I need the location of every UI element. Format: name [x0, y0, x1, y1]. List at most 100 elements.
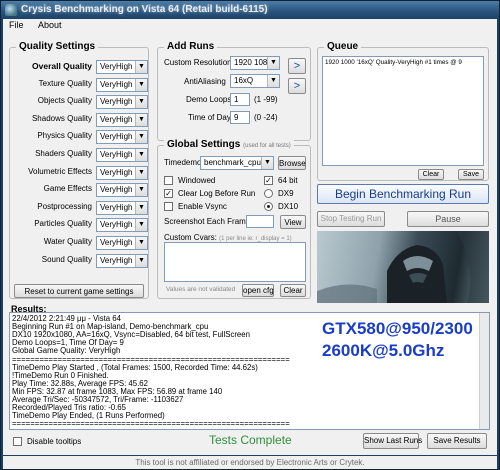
save-results-button[interactable]: Save Results [427, 433, 487, 449]
chevron-down-icon: ▼ [135, 113, 147, 126]
quality-row: Overall Quality VeryHigh ▼ [10, 60, 150, 74]
chevron-down-icon: ▼ [135, 184, 147, 197]
chevron-down-icon: ▼ [135, 166, 147, 179]
custom-resolution-label: Custom Resolution [164, 58, 232, 67]
add-to-queue-button[interactable]: > [288, 58, 306, 74]
queue-clear-button[interactable]: Clear [418, 169, 444, 180]
quality-label: Sound Quality [41, 254, 92, 264]
bit64-label: 64 bit [278, 176, 298, 185]
results-scrollbar[interactable] [479, 313, 489, 429]
quality-select[interactable]: VeryHigh ▼ [96, 236, 148, 250]
quality-label: Particles Quality [34, 219, 92, 229]
queue-item[interactable]: 1920 1000 '16xQ' Quality-VeryHigh #1 tim… [325, 59, 462, 66]
quality-label: Shadows Quality [31, 113, 92, 123]
quality-label: Postprocessing [37, 201, 92, 211]
chevron-down-icon: ▼ [135, 61, 147, 73]
stop-testing-button[interactable]: Stop Testing Run [317, 211, 385, 227]
chevron-down-icon: ▼ [135, 78, 147, 91]
quality-label: Physics Quality [37, 131, 92, 141]
dx10-radio[interactable] [264, 202, 273, 211]
quality-row: Volumetric Effects VeryHigh ▼ [10, 165, 150, 180]
vsync-label: Enable Vsync [178, 202, 227, 211]
cvars-label: Custom Cvars: (1 per line ie: r_display … [164, 233, 292, 242]
show-last-runs-button[interactable]: Show Last Runs [363, 433, 422, 449]
nanosuit-art [317, 231, 489, 303]
time-of-day-range: (0 -24) [254, 113, 278, 122]
demo-loops-label: Demo Loops [186, 95, 232, 104]
quality-label: Overall Quality [32, 61, 92, 71]
quality-row: Game Effects VeryHigh ▼ [10, 183, 150, 198]
add-runs-title: Add Runs [164, 41, 218, 52]
quality-select[interactable]: VeryHigh ▼ [96, 112, 148, 127]
quality-select[interactable]: VeryHigh ▼ [96, 200, 148, 215]
view-button[interactable]: View [280, 215, 306, 229]
queue-group: Queue 1920 1000 '16xQ' Quality-VeryHigh … [317, 41, 489, 181]
antialiasing-label: AntiAliasing [184, 77, 226, 86]
quality-row: Objects Quality VeryHigh ▼ [10, 95, 150, 110]
pause-button[interactable]: Pause [407, 211, 489, 227]
menu-about[interactable]: About [32, 19, 68, 31]
quality-select[interactable]: VeryHigh ▼ [96, 77, 148, 92]
cvars-clear-button[interactable]: Clear [280, 284, 306, 297]
browse-button[interactable]: Browse [278, 156, 306, 170]
time-of-day-label: Time of Day [188, 113, 231, 122]
crysis-nanosuit-image [317, 231, 489, 303]
title-bar[interactable]: Crysis Benchmarking on Vista 64 (Retail … [1, 1, 499, 19]
windowed-label: Windowed [178, 176, 216, 185]
chevron-down-icon: ▼ [135, 237, 147, 249]
chevron-down-icon: ▼ [135, 254, 147, 267]
chevron-down-icon: ▼ [267, 57, 279, 69]
quality-select[interactable]: VeryHigh ▼ [96, 218, 148, 233]
quality-row: Shaders Quality VeryHigh ▼ [10, 148, 150, 162]
windowed-checkbox[interactable] [164, 176, 173, 185]
tests-complete-status: Tests Complete [209, 433, 292, 447]
chevron-down-icon: ▼ [135, 96, 147, 109]
queue-save-button[interactable]: Save [458, 169, 484, 180]
quality-settings-title: Quality Settings [16, 41, 99, 52]
quality-row: Postprocessing VeryHigh ▼ [10, 200, 150, 215]
crysis-app-icon [5, 4, 17, 16]
results-log[interactable]: 22/4/2012 2:21:49 μμ - Vista 64 Beginning… [9, 312, 490, 430]
window-title: Crysis Benchmarking on Vista 64 (Retail … [21, 4, 268, 15]
quality-label: Water Quality [43, 237, 92, 246]
quality-row: Sound Quality VeryHigh ▼ [10, 253, 150, 268]
clear-log-label: Clear Log Before Run [178, 189, 256, 198]
time-of-day-input[interactable]: 9 [230, 111, 250, 124]
quality-select[interactable]: VeryHigh ▼ [96, 148, 148, 162]
demo-loops-input[interactable]: 1 [230, 93, 250, 106]
quality-select[interactable]: VeryHigh ▼ [96, 183, 148, 198]
disable-tooltips-checkbox[interactable] [13, 437, 22, 446]
chevron-down-icon: ▼ [135, 131, 147, 144]
dx9-radio[interactable] [264, 189, 273, 198]
begin-benchmark-button[interactable]: Begin Benchmarking Run [317, 184, 489, 204]
quality-select[interactable]: VeryHigh ▼ [96, 165, 148, 180]
queue-list[interactable]: 1920 1000 '16xQ' Quality-VeryHigh #1 tim… [322, 56, 484, 166]
quality-select[interactable]: VeryHigh ▼ [96, 95, 148, 110]
vsync-checkbox[interactable] [164, 202, 173, 211]
add-runs-group: Add Runs Custom Resolution 1920 1080 ▼ An… [157, 41, 311, 141]
quality-label: Volumetric Effects [28, 166, 92, 176]
screenshot-input[interactable] [246, 215, 274, 228]
chevron-down-icon: ▼ [135, 219, 147, 232]
global-settings-title: Global Settings (used for all tests) [164, 139, 294, 150]
quality-row: Texture Quality VeryHigh ▼ [10, 77, 150, 92]
result-line: ========================================… [12, 419, 290, 429]
menu-file[interactable]: File [3, 19, 30, 31]
quality-select[interactable]: VeryHigh ▼ [96, 130, 148, 145]
timedemo-select[interactable]: benchmark_cpu ▼ [200, 156, 274, 170]
quality-select[interactable]: VeryHigh ▼ [96, 253, 148, 268]
quality-row: Shadows Quality VeryHigh ▼ [10, 112, 150, 127]
open-cfg-button[interactable]: open cfg [242, 284, 274, 297]
chevron-down-icon: ▼ [135, 149, 147, 161]
queue-title: Queue [324, 41, 362, 52]
cvars-textarea[interactable] [164, 242, 306, 282]
add-all-to-queue-button[interactable]: > [288, 78, 306, 94]
reset-settings-button[interactable]: Reset to current game settings [14, 284, 144, 298]
bit64-checkbox[interactable]: ✓ [264, 176, 273, 185]
clear-log-checkbox[interactable]: ✓ [164, 189, 173, 198]
quality-label: Objects Quality [37, 96, 92, 106]
quality-row: Water Quality VeryHigh ▼ [10, 236, 150, 250]
antialiasing-select[interactable]: 16xQ ▼ [230, 74, 280, 88]
quality-select[interactable]: VeryHigh ▼ [96, 60, 148, 74]
custom-resolution-select[interactable]: 1920 1080 ▼ [230, 56, 280, 70]
